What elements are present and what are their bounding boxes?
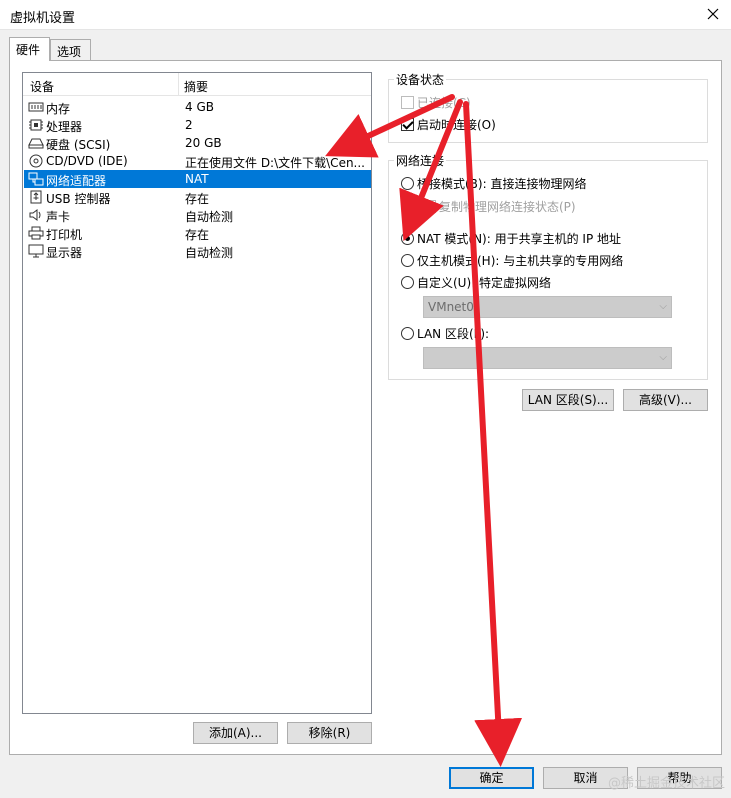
device-name: 处理器 [46, 120, 83, 134]
nat-radio[interactable]: NAT 模式(N): 用于共享主机的 IP 地址 [401, 230, 621, 247]
lan-segments-button[interactable]: LAN 区段(S)... [522, 389, 614, 411]
device-name: USB 控制器 [46, 192, 111, 206]
device-summary: 自动检测 [185, 246, 234, 260]
radio-circle [401, 327, 414, 340]
device-summary: 正在使用文件 D:\文件下载\Cen... [185, 156, 365, 170]
column-header-summary[interactable]: 摘要 [184, 78, 208, 95]
device-name: 内存 [46, 102, 71, 116]
device-row-usb-controller[interactable]: USB 控制器 存在 [24, 188, 371, 206]
replicate-state-label: 复制物理网络连接状态(P) [439, 200, 576, 214]
remove-button[interactable]: 移除(R) [287, 722, 372, 744]
device-row-printer[interactable]: 打印机 存在 [24, 224, 371, 242]
network-connection-label: 网络连接 [394, 152, 447, 169]
tab-options[interactable]: 选项 [50, 39, 91, 61]
chevron-down-icon: ⌵ [659, 301, 667, 312]
device-name: 打印机 [46, 228, 83, 242]
device-status-group [388, 79, 708, 143]
close-icon[interactable] [703, 4, 723, 24]
device-summary: 2 [185, 118, 193, 132]
checkbox-box [401, 118, 414, 131]
device-row-hard-disk[interactable]: 硬盘 (SCSI) 20 GB [24, 134, 371, 152]
hard-disk-icon [28, 136, 44, 150]
add-button[interactable]: 添加(A)... [193, 722, 278, 744]
device-list[interactable]: 设备 摘要 内存 4 GB 处理器 2 硬盘 (SCSI) 20 GB CD/D… [22, 72, 372, 714]
connect-at-power-on-checkbox[interactable]: 启动时连接(O) [401, 116, 496, 133]
device-name: 显示器 [46, 246, 83, 260]
checkbox-box [423, 200, 436, 213]
custom-label: 自定义(U): 特定虚拟网络 [417, 276, 552, 290]
host-only-radio[interactable]: 仅主机模式(H): 与主机共享的专用网络 [401, 252, 623, 269]
radio-circle [401, 276, 414, 289]
chevron-down-icon: ⌵ [659, 352, 667, 363]
window-title: 虚拟机设置 [10, 11, 76, 26]
usb-icon [28, 190, 44, 204]
lan-segment-label: LAN 区段(L): [417, 327, 490, 341]
host-only-label: 仅主机模式(H): 与主机共享的专用网络 [417, 254, 624, 268]
watermark: @稀土掘金技术社区 [607, 776, 725, 791]
bridged-radio[interactable]: 桥接模式(B): 直接连接物理网络 [401, 175, 586, 192]
checkbox-box [401, 96, 414, 109]
title-bar: 虚拟机设置 [0, 0, 731, 30]
tab-hardware[interactable]: 硬件 [9, 37, 50, 61]
display-icon [28, 244, 44, 258]
advanced-button[interactable]: 高级(V)... [623, 389, 708, 411]
device-status-label: 设备状态 [394, 71, 447, 88]
device-summary: 4 GB [185, 100, 214, 114]
device-row-network-adapter[interactable]: 网络适配器 NAT [24, 170, 371, 188]
printer-icon [28, 226, 44, 240]
device-summary: 存在 [185, 192, 210, 206]
device-name: CD/DVD (IDE) [46, 154, 128, 168]
device-name: 网络适配器 [46, 174, 107, 188]
device-summary: 存在 [185, 228, 210, 242]
device-row-sound-card[interactable]: 声卡 自动检测 [24, 206, 371, 224]
custom-network-select[interactable]: VMnet0 ⌵ [423, 296, 672, 318]
processor-icon [28, 118, 44, 132]
device-name: 声卡 [46, 210, 71, 224]
column-header-device[interactable]: 设备 [30, 78, 54, 95]
custom-network-value: VMnet0 [428, 300, 474, 314]
nat-label: NAT 模式(N): 用于共享主机的 IP 地址 [417, 232, 622, 246]
device-row-memory[interactable]: 内存 4 GB [24, 98, 371, 116]
lan-segment-select[interactable]: ⌵ [423, 347, 672, 369]
memory-icon [28, 100, 44, 114]
list-header: 设备 摘要 [23, 73, 371, 96]
device-row-processor[interactable]: 处理器 2 [24, 116, 371, 134]
replicate-state-checkbox[interactable]: 复制物理网络连接状态(P) [423, 198, 576, 215]
ok-button[interactable]: 确定 [449, 767, 534, 789]
radio-circle [401, 177, 414, 190]
sound-card-icon [28, 208, 44, 222]
column-divider[interactable] [178, 73, 179, 96]
device-summary: 自动检测 [185, 210, 234, 224]
custom-radio[interactable]: 自定义(U): 特定虚拟网络 [401, 274, 551, 291]
network-adapter-icon [28, 172, 44, 186]
lan-segment-radio[interactable]: LAN 区段(L): [401, 325, 489, 342]
radio-circle [401, 232, 414, 245]
device-name: 硬盘 (SCSI) [46, 138, 111, 152]
radio-circle [401, 254, 414, 267]
device-summary: NAT [185, 172, 209, 186]
connected-checkbox[interactable]: 已连接(C) [401, 94, 471, 111]
device-row-cd-dvd[interactable]: CD/DVD (IDE) 正在使用文件 D:\文件下载\Cen... [24, 152, 371, 170]
cd-dvd-icon [28, 154, 44, 168]
device-row-display[interactable]: 显示器 自动检测 [24, 242, 371, 260]
device-summary: 20 GB [185, 136, 222, 150]
connect-at-power-on-label: 启动时连接(O) [417, 118, 496, 132]
bridged-label: 桥接模式(B): 直接连接物理网络 [417, 177, 587, 191]
connected-label: 已连接(C) [417, 96, 471, 110]
